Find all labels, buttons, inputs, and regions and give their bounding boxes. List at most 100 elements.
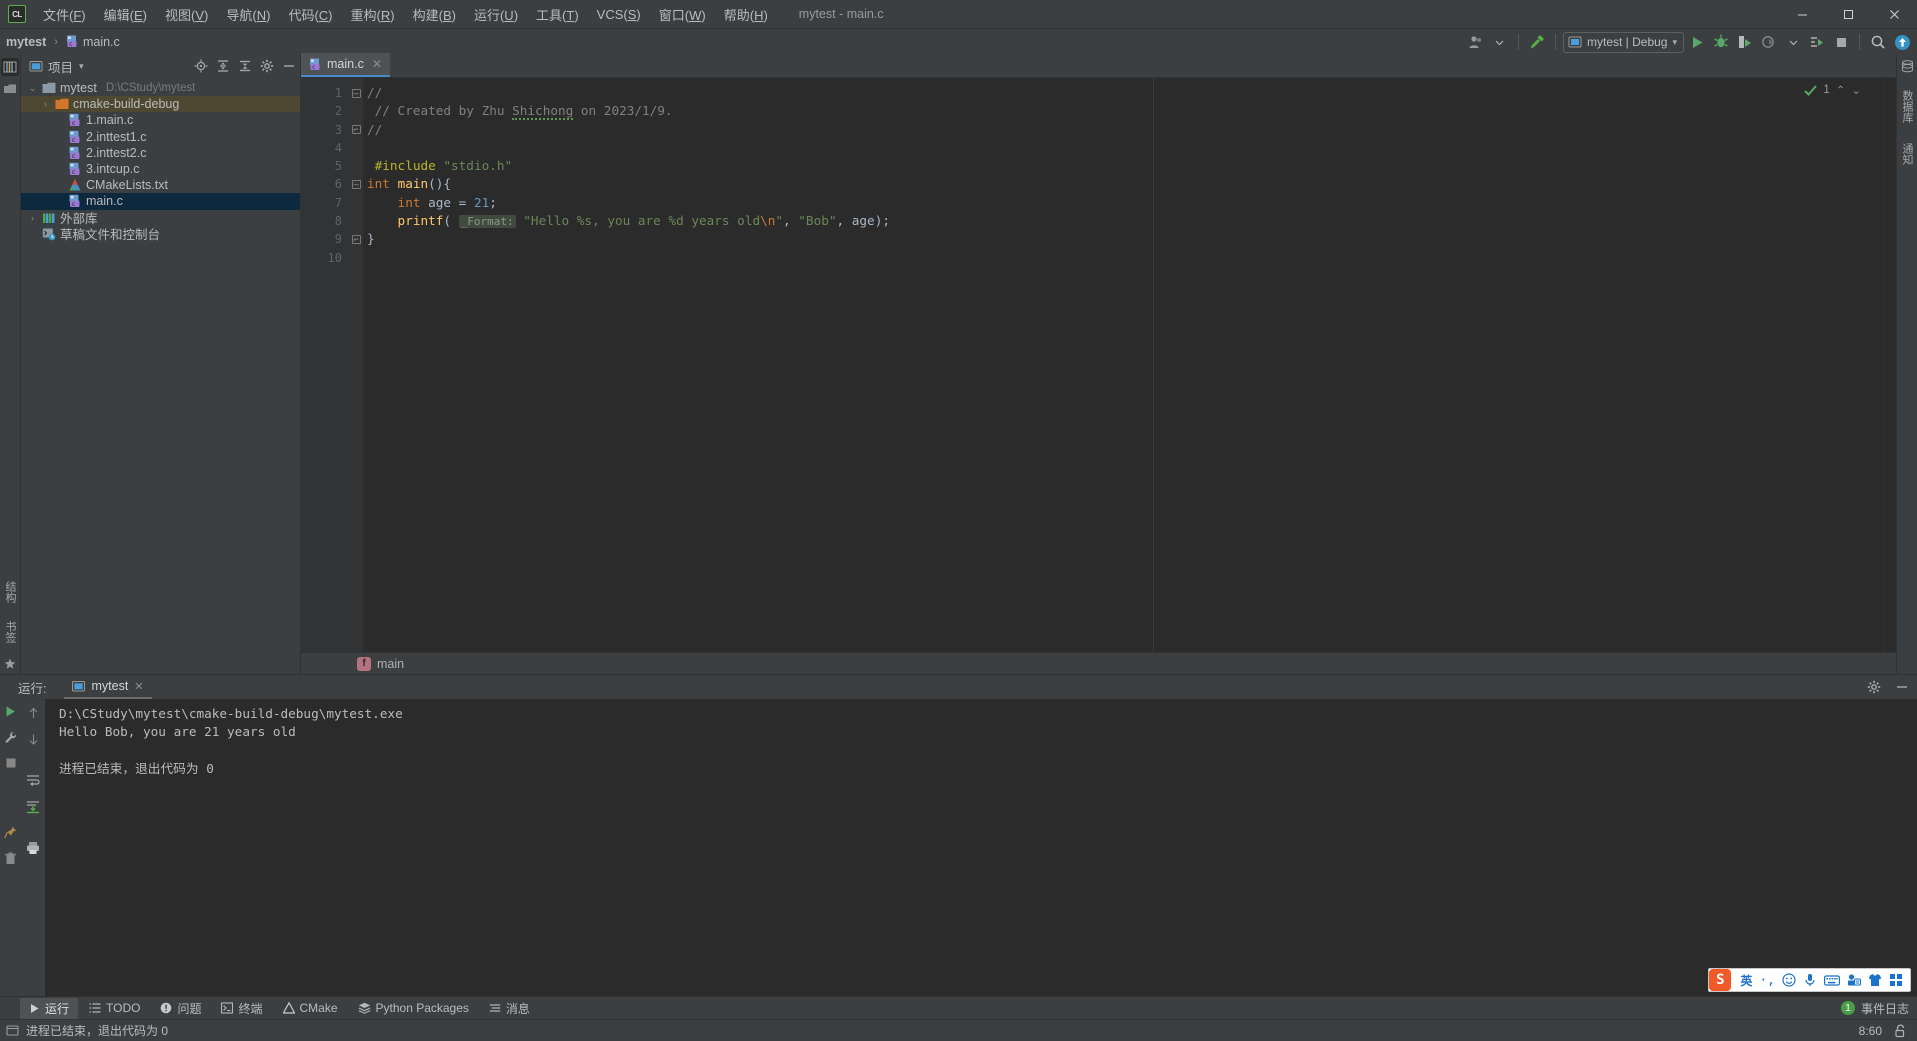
menu-help[interactable]: 帮助(H) xyxy=(715,2,777,27)
scroll-to-end-icon[interactable] xyxy=(26,800,40,814)
updates-icon[interactable] xyxy=(1891,31,1913,53)
trash-icon[interactable] xyxy=(4,852,17,865)
run-with-coverage-icon[interactable] xyxy=(1734,31,1756,53)
close-icon[interactable]: ✕ xyxy=(372,57,382,71)
chevron-down-icon[interactable] xyxy=(1489,31,1511,53)
run-configuration-selector[interactable]: mytest | Debug ▾ xyxy=(1562,31,1684,53)
chevron-down-icon[interactable]: ▾ xyxy=(79,61,84,72)
code-folding-column[interactable]: – ⌐ – ⌐ xyxy=(349,78,363,652)
run-icon[interactable] xyxy=(1686,31,1708,53)
breadcrumb-function-label[interactable]: main xyxy=(377,657,404,671)
sogou-ime-logo-icon[interactable]: S xyxy=(1709,969,1732,991)
maximize-button[interactable] xyxy=(1825,0,1871,28)
toolwindow-python-packages[interactable]: Python Packages xyxy=(349,999,478,1017)
expand-all-icon[interactable] xyxy=(216,59,230,73)
breadcrumb-file[interactable]: main.c xyxy=(83,35,120,49)
chevron-down-icon[interactable]: ⌄ xyxy=(1851,83,1861,97)
tree-item-3-intcup-c[interactable]: c 3.intcup.c xyxy=(21,161,300,177)
sidebar-item-bookmarks[interactable]: 书签 xyxy=(1,618,19,646)
user-avatar-icon[interactable] xyxy=(1465,31,1487,53)
editor-scrollbar[interactable] xyxy=(1884,78,1896,652)
close-icon[interactable]: ✕ xyxy=(134,680,143,693)
database-icon[interactable] xyxy=(1901,60,1914,73)
menu-tools[interactable]: 工具(T) xyxy=(527,2,588,27)
tree-item-1-main-c[interactable]: c 1.main.c xyxy=(21,112,300,128)
menu-build[interactable]: 构建(B) xyxy=(404,2,465,27)
project-tree[interactable]: ⌄ mytest D:\CStudy\mytest › cmake-build-debu… xyxy=(21,78,300,674)
attach-process-icon[interactable] xyxy=(1806,31,1828,53)
stop-icon[interactable] xyxy=(5,757,17,769)
sidebar-item-database[interactable]: 数据库 xyxy=(1898,87,1916,126)
close-button[interactable] xyxy=(1871,0,1917,28)
hammer-build-icon[interactable] xyxy=(1526,31,1548,53)
event-log-label[interactable]: 事件日志 xyxy=(1861,1000,1909,1017)
code-line[interactable]: #include "stdio.h" xyxy=(363,157,1884,175)
debug-icon[interactable] xyxy=(1710,31,1732,53)
menu-refactor[interactable]: 重构(R) xyxy=(342,2,404,27)
tree-item-main-c[interactable]: c main.c xyxy=(21,193,300,210)
emoji-icon[interactable] xyxy=(1782,973,1796,987)
menu-run[interactable]: 运行(U) xyxy=(465,2,527,27)
toolwindow-todo[interactable]: TODO xyxy=(80,999,149,1017)
search-everywhere-icon[interactable] xyxy=(1867,31,1889,53)
breadcrumb-project[interactable]: mytest xyxy=(6,35,46,49)
code-line[interactable]: } xyxy=(363,230,1884,248)
tree-item-2-inttest1-c[interactable]: c 2.inttest1.c xyxy=(21,129,300,145)
commit-icon[interactable] xyxy=(3,82,17,96)
keyboard-icon[interactable] xyxy=(1824,974,1840,987)
wrench-settings-icon[interactable] xyxy=(4,731,17,744)
fold-marker-icon[interactable]: ⌐ xyxy=(349,230,363,248)
inspection-widget[interactable]: 1 ⌃ ⌄ xyxy=(1804,83,1861,97)
scroll-up-icon[interactable] xyxy=(27,707,40,720)
menu-edit[interactable]: 编辑(E) xyxy=(95,2,156,27)
code-content[interactable]: // // Created by Zhu Shichong on 2023/1/… xyxy=(363,78,1884,652)
code-line[interactable] xyxy=(363,139,1884,157)
menu-view[interactable]: 视图(V) xyxy=(156,2,217,27)
menu-vcs[interactable]: VCS(S) xyxy=(588,4,650,25)
print-icon[interactable] xyxy=(26,841,40,855)
scroll-down-icon[interactable] xyxy=(27,733,40,746)
code-line[interactable]: printf( _Format: "Hello %s, you are %d y… xyxy=(363,212,1884,230)
tree-item-cmakelists-txt[interactable]: CMakeLists.txt xyxy=(21,177,300,193)
console-output[interactable]: S 英 ·, D:\CStudy\mytest\cmake-build-debu… xyxy=(45,699,1917,996)
sidebar-item-structure[interactable]: 结构 xyxy=(1,578,19,606)
caret-position[interactable]: 8:60 xyxy=(1859,1024,1882,1038)
chevron-up-icon[interactable]: ⌃ xyxy=(1836,83,1846,97)
tree-item-cmake-build-debug[interactable]: › cmake-build-debug xyxy=(21,96,300,113)
minimize-button[interactable] xyxy=(1779,0,1825,28)
menu-code[interactable]: 代码(C) xyxy=(279,2,341,27)
fold-marker-icon[interactable]: ⌐ xyxy=(349,121,363,139)
menu-file[interactable]: 文件(F) xyxy=(34,2,95,27)
profile-dropdown-icon[interactable] xyxy=(1782,31,1804,53)
microphone-icon[interactable] xyxy=(1803,973,1817,987)
rerun-icon[interactable] xyxy=(4,705,17,718)
tree-item--[interactable]: 草稿文件和控制台 xyxy=(21,226,300,242)
soft-wrap-icon[interactable] xyxy=(26,773,40,787)
collapse-all-icon[interactable] xyxy=(238,59,252,73)
project-tool-icon[interactable] xyxy=(1,58,19,76)
pin-icon[interactable] xyxy=(4,826,17,839)
settings-gear-icon[interactable] xyxy=(260,59,274,73)
chevron-toggle-icon[interactable]: › xyxy=(40,99,51,109)
event-log-area[interactable]: 1 事件日志 xyxy=(1840,1000,1909,1017)
stop-icon[interactable] xyxy=(1830,31,1852,53)
favorites-star-icon[interactable] xyxy=(4,658,16,670)
menu-window[interactable]: 窗口(W) xyxy=(650,2,715,27)
toolwindow-terminal[interactable]: 终端 xyxy=(212,998,271,1019)
code-line[interactable] xyxy=(363,249,1884,267)
chevron-toggle-icon[interactable]: ⌄ xyxy=(27,83,38,94)
ime-mode-label[interactable]: 英 xyxy=(1740,972,1752,989)
hide-icon[interactable] xyxy=(282,59,296,73)
ime-toolbar[interactable]: S 英 ·, xyxy=(1708,968,1911,992)
hide-icon[interactable] xyxy=(1895,680,1909,694)
toolwindow-run[interactable]: 运行 xyxy=(20,997,79,1019)
skin-icon[interactable] xyxy=(1868,973,1882,987)
sidebar-item-notifications[interactable]: 通知 xyxy=(1898,140,1916,168)
apps-icon[interactable] xyxy=(1889,973,1903,987)
tree-item-2-inttest2-c[interactable]: c 2.inttest2.c xyxy=(21,145,300,161)
code-editor[interactable]: 1 2 3 4 5 6 7 8 9 10 – ⌐ – ⌐ // // Created by Zhu Sh… xyxy=(301,78,1896,652)
code-line[interactable]: int main(){ xyxy=(363,175,1884,193)
run-tab-mytest[interactable]: mytest ✕ xyxy=(64,675,152,699)
unlocked-icon[interactable] xyxy=(1894,1024,1907,1038)
toolwindow-cmake[interactable]: CMake xyxy=(274,999,347,1017)
